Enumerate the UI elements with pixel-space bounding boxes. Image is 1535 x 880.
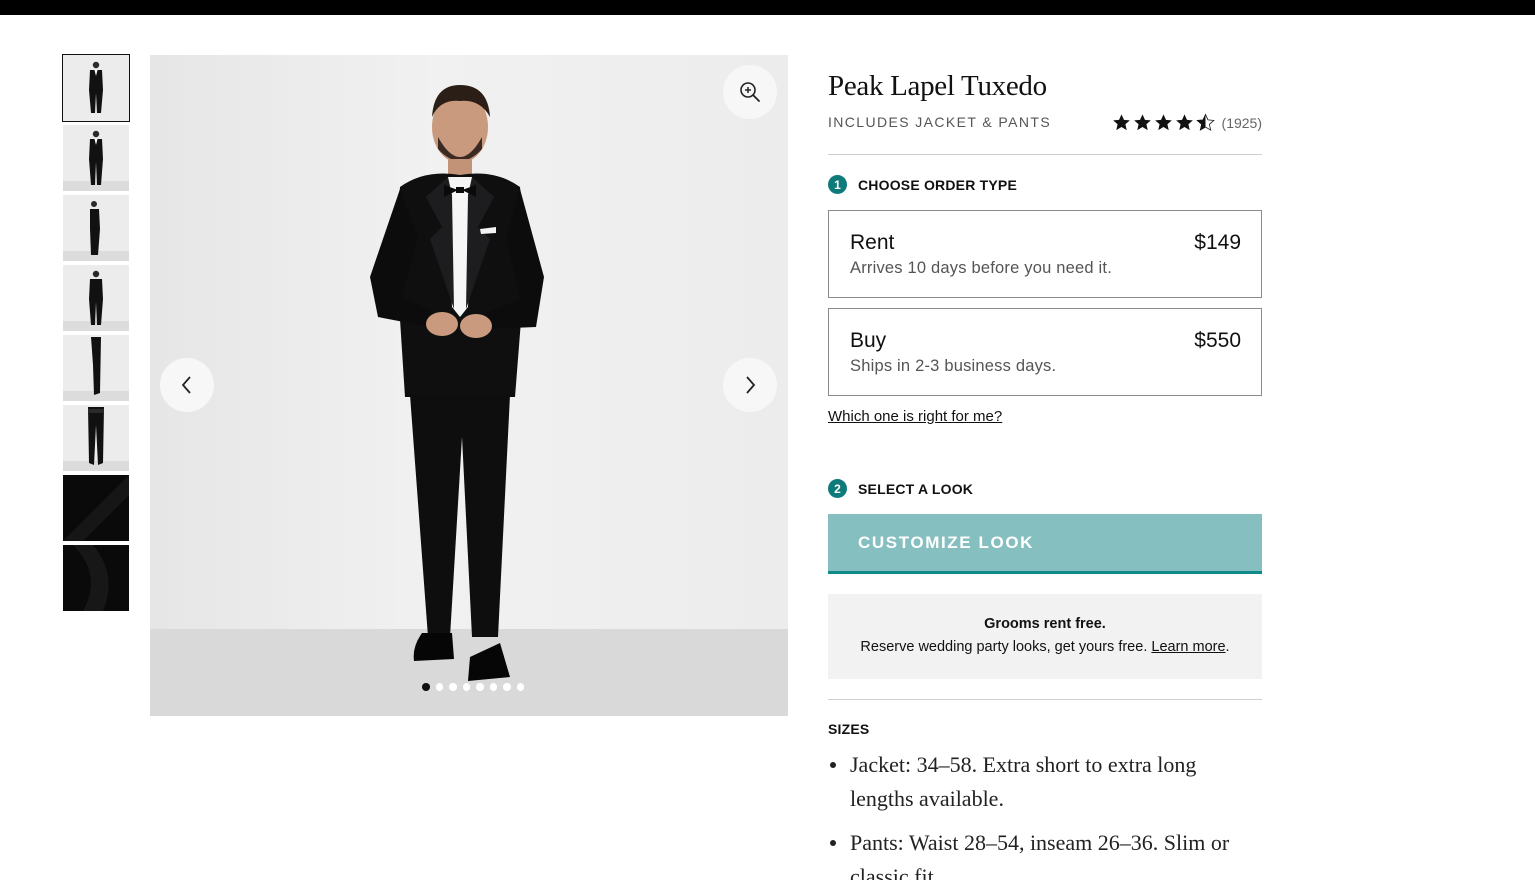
step-label: SELECT A LOOK (858, 480, 974, 497)
option-price: $149 (1194, 231, 1241, 254)
sizes-list: Jacket: 34–58. Extra short to extra long… (828, 748, 1262, 880)
carousel-dot[interactable] (503, 683, 511, 691)
carousel-dot[interactable] (476, 683, 484, 691)
tuxedo-model-illustration (370, 85, 544, 681)
step-number-badge: 2 (828, 479, 847, 498)
sizes-heading: SIZES (828, 721, 870, 737)
step-label: CHOOSE ORDER TYPE (858, 176, 1017, 193)
carousel-dot[interactable] (489, 683, 497, 691)
thumbnail-pants-side[interactable] (63, 335, 129, 401)
step-order-type: 1 CHOOSE ORDER TYPE (828, 175, 1017, 194)
carousel-dots (422, 683, 524, 691)
carousel-dot[interactable] (462, 683, 470, 691)
option-name: Buy (850, 329, 887, 352)
chevron-left-icon (181, 376, 191, 394)
thumbnail-list (62, 54, 130, 615)
sizes-item-jacket: Jacket: 34–58. Extra short to extra long… (828, 748, 1262, 816)
main-product-image (150, 55, 788, 716)
star-full-icon (1112, 114, 1130, 131)
grooms-promo-box: Grooms rent free. Reserve wedding party … (828, 594, 1262, 679)
product-title: Peak Lapel Tuxedo (828, 70, 1047, 102)
thumbnail-back[interactable] (63, 265, 129, 331)
option-description: Ships in 2-3 business days. (850, 357, 1057, 375)
carousel-dot[interactable] (516, 683, 524, 691)
next-image-button[interactable] (723, 358, 777, 412)
promo-text: Reserve wedding party looks, get yours f… (828, 639, 1262, 655)
rating-stars (1112, 113, 1215, 132)
customize-look-button[interactable]: CUSTOMIZE LOOK (828, 514, 1262, 574)
thumbnail-fabric-detail-1[interactable] (63, 475, 129, 541)
zoom-button[interactable] (723, 65, 777, 119)
option-price: $550 (1194, 329, 1241, 352)
top-bar (0, 0, 1535, 15)
star-half-icon (1195, 113, 1215, 131)
thumbnail-side[interactable] (63, 195, 129, 261)
product-subtitle: INCLUDES JACKET & PANTS (828, 114, 1052, 130)
learn-more-link[interactable]: Learn more (1151, 639, 1225, 655)
option-name: Rent (850, 231, 895, 254)
thumbnail-pants-front[interactable] (63, 405, 129, 471)
rent-option[interactable]: Rent $149 Arrives 10 days before you nee… (828, 210, 1262, 298)
thumbnail-fabric-detail-2[interactable] (63, 545, 129, 611)
promo-body: Reserve wedding party looks, get yours f… (860, 639, 1148, 655)
title-divider (828, 154, 1262, 155)
thumbnail-full-front[interactable] (62, 54, 130, 122)
carousel-dot[interactable] (435, 683, 443, 691)
sizes-item-pants: Pants: Waist 28–54, inseam 26–36. Slim o… (828, 826, 1262, 880)
product-rating[interactable]: (1925) (1112, 113, 1262, 132)
sizes-divider (828, 699, 1262, 700)
buy-option[interactable]: Buy $550 Ships in 2-3 business days. (828, 308, 1262, 396)
which-one-link[interactable]: Which one is right for me? (828, 408, 1002, 425)
thumbnail-front-2[interactable] (63, 125, 129, 191)
star-full-icon (1133, 114, 1151, 131)
star-full-icon (1154, 114, 1172, 131)
option-description: Arrives 10 days before you need it. (850, 259, 1112, 277)
carousel-dot[interactable] (422, 683, 430, 691)
step-select-look: 2 SELECT A LOOK (828, 479, 973, 498)
zoom-in-icon (740, 82, 760, 102)
chevron-right-icon (746, 376, 756, 394)
review-count: (1925) (1221, 114, 1262, 131)
previous-image-button[interactable] (160, 358, 214, 412)
star-full-icon (1175, 114, 1193, 131)
promo-title: Grooms rent free. (984, 616, 1106, 632)
promo-suffix: . (1225, 639, 1230, 655)
carousel-dot[interactable] (449, 683, 457, 691)
step-number-badge: 1 (828, 175, 847, 194)
